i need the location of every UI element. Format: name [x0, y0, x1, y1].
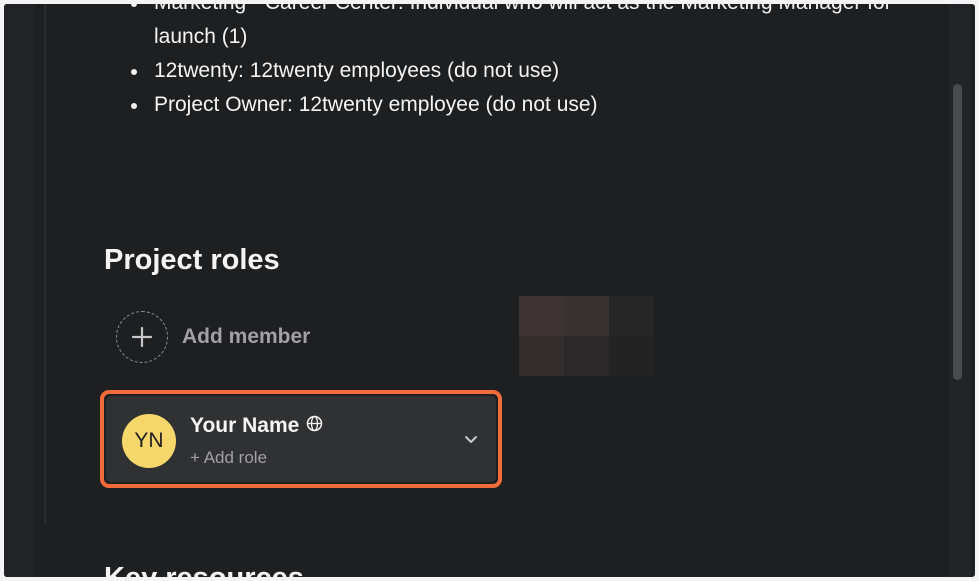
list-item: Project Owner: 12twenty employee (do not… [131, 88, 914, 122]
list-item: Marketing - Career Center: Individual wh… [131, 4, 914, 54]
left-rail [4, 4, 34, 577]
add-member-label: Add member [182, 325, 311, 348]
list-item: 12twenty: 12twenty employees (do not use… [131, 54, 914, 88]
panel-divider [44, 4, 46, 524]
role-description-list: Marketing - Career Center: Individual wh… [131, 4, 914, 122]
section-title-project-roles: Project roles [104, 244, 280, 276]
panel-content: Marketing - Career Center: Individual wh… [54, 4, 944, 577]
member-card-highlighted[interactable]: YN Your Name + Add role [100, 390, 502, 488]
chevron-down-icon[interactable] [464, 432, 478, 450]
member-name-text: Your Name [190, 414, 300, 437]
section-title-key-resources: Key resources [104, 562, 304, 577]
avatar[interactable]: YN [122, 414, 176, 468]
pixelated-image [519, 296, 655, 376]
add-member-button[interactable]: Add member [116, 309, 310, 365]
scrollbar-thumb[interactable] [953, 84, 962, 380]
project-overview-panel: Marketing - Career Center: Individual wh… [4, 4, 975, 577]
member-row[interactable]: YN Your Name + Add role [106, 396, 496, 482]
add-role-button[interactable]: + Add role [190, 448, 267, 468]
globe-icon [306, 414, 323, 438]
plus-icon [116, 311, 168, 363]
member-name: Your Name [190, 414, 323, 438]
